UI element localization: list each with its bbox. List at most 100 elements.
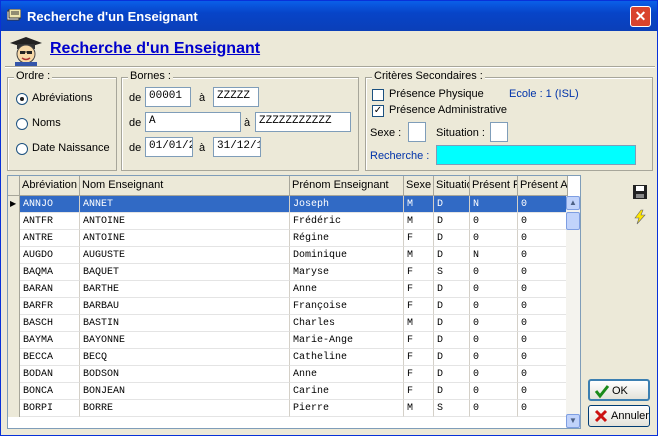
radio-button[interactable]	[16, 118, 28, 130]
radio-label: Noms	[32, 117, 61, 129]
table-cell: D	[434, 366, 470, 383]
date-to-input[interactable]: 31/12/19	[213, 137, 261, 157]
table-cell: D	[434, 298, 470, 315]
table-cell: D	[434, 349, 470, 366]
table-cell: F	[404, 383, 434, 400]
bornes-label: Bornes :	[128, 70, 173, 82]
table-cell: BECQ	[80, 349, 290, 366]
header-separator	[5, 66, 655, 68]
situation-input[interactable]	[490, 122, 508, 142]
header-indicator	[8, 176, 20, 196]
table-row[interactable]: BARAN BARTHE Anne F D 0 0	[8, 281, 568, 298]
radio-button[interactable]	[16, 93, 28, 105]
table-cell: D	[434, 247, 470, 264]
row-indicator[interactable]	[8, 213, 20, 230]
table-cell: BARTHE	[80, 281, 290, 298]
table-cell: F	[404, 349, 434, 366]
row-indicator[interactable]	[8, 366, 20, 383]
table-cell: BASCH	[20, 315, 80, 332]
table-cell: Anne	[290, 281, 404, 298]
table-cell: D	[434, 281, 470, 298]
table-cell: 0	[518, 247, 568, 264]
save-icon[interactable]	[632, 184, 648, 200]
radio-button[interactable]	[16, 143, 28, 155]
table-row[interactable]: ANTFR ANTOINE Frédéric M D 0 0	[8, 213, 568, 230]
scroll-up-button[interactable]: ▲	[566, 196, 580, 210]
presence-admin-checkbox[interactable]: ✓	[372, 105, 384, 117]
table-cell: S	[434, 400, 470, 417]
table-cell: 0	[518, 196, 568, 213]
table-cell: BAYMA	[20, 332, 80, 349]
table-cell: BAQUET	[80, 264, 290, 281]
row-indicator[interactable]	[8, 383, 20, 400]
table-row[interactable]: BORPI BORRE Pierre M S 0 0	[8, 400, 568, 417]
recherche-input[interactable]	[436, 145, 636, 165]
row-indicator[interactable]	[8, 315, 20, 332]
row-indicator[interactable]	[8, 332, 20, 349]
teachers-grid[interactable]: Abréviation Nom Enseignant Prénom Enseig…	[7, 175, 581, 429]
table-cell: D	[434, 213, 470, 230]
table-cell: 0	[470, 264, 518, 281]
lightning-icon[interactable]	[632, 209, 648, 225]
table-cell: BORPI	[20, 400, 80, 417]
vertical-scrollbar[interactable]: ▲ ▼	[566, 196, 580, 428]
scroll-thumb[interactable]	[566, 212, 580, 230]
table-row[interactable]: BAYMA BAYONNE Marie-Ange F D 0 0	[8, 332, 568, 349]
col-sexe[interactable]: Sexe	[404, 176, 434, 196]
abrev-from-input[interactable]: 00001	[145, 87, 191, 107]
table-row[interactable]: AUGDO AUGUSTE Dominique M D N 0	[8, 247, 568, 264]
row-indicator[interactable]	[8, 400, 20, 417]
presence-physique-label: Présence Physique	[389, 88, 484, 100]
table-row[interactable]: BONCA BONJEAN Carine F D 0 0	[8, 383, 568, 400]
table-row[interactable]: BECCA BECQ Catheline F D 0 0	[8, 349, 568, 366]
annuler-button[interactable]: Annuler	[588, 405, 650, 427]
table-cell: AUGDO	[20, 247, 80, 264]
title-bar[interactable]: Recherche d'un Enseignant ✕	[1, 1, 657, 31]
presence-physique-checkbox[interactable]	[372, 89, 384, 101]
table-cell: 0	[470, 383, 518, 400]
table-cell: 0	[518, 213, 568, 230]
table-row[interactable]: ▶ ANNJO ANNET Joseph M D N 0	[8, 196, 568, 213]
page-title[interactable]: Recherche d'un Enseignant	[50, 40, 260, 58]
table-cell: 0	[470, 349, 518, 366]
table-row[interactable]: BASCH BASTIN Charles M D 0 0	[8, 315, 568, 332]
table-row[interactable]: BARFR BARBAU Françoise F D 0 0	[8, 298, 568, 315]
table-cell: F	[404, 366, 434, 383]
table-cell: ANTOINE	[80, 230, 290, 247]
row-indicator[interactable]	[8, 247, 20, 264]
radio-label: Date Naissance	[32, 142, 110, 154]
nom-to-input[interactable]: ZZZZZZZZZZZ	[255, 112, 351, 132]
annuler-label: Annuler	[611, 410, 649, 422]
table-row[interactable]: BAQMA BAQUET Maryse F S 0 0	[8, 264, 568, 281]
table-row[interactable]: ANTRE ANTOINE Régine F D 0 0	[8, 230, 568, 247]
scroll-down-button[interactable]: ▼	[566, 414, 580, 428]
sexe-input[interactable]	[408, 122, 426, 142]
row-indicator[interactable]	[8, 349, 20, 366]
col-present-a[interactable]: Présent A	[518, 176, 568, 196]
ok-button[interactable]: OK	[588, 379, 650, 401]
table-cell: 0	[518, 366, 568, 383]
col-situation[interactable]: Situation	[434, 176, 470, 196]
date-from-input[interactable]: 01/01/21	[145, 137, 193, 157]
col-abreviation[interactable]: Abréviation	[20, 176, 80, 196]
col-nom[interactable]: Nom Enseignant	[80, 176, 290, 196]
nom-from-input[interactable]: A	[145, 112, 241, 132]
table-cell: F	[404, 264, 434, 281]
table-cell: ANTOINE	[80, 213, 290, 230]
table-row[interactable]: BODAN BODSON Anne F D 0 0	[8, 366, 568, 383]
row-indicator[interactable]	[8, 298, 20, 315]
ok-label: OK	[612, 385, 628, 397]
table-cell: D	[434, 230, 470, 247]
row-indicator[interactable]: ▶	[8, 196, 20, 213]
col-present-p[interactable]: Présent P	[470, 176, 518, 196]
table-cell: 0	[470, 281, 518, 298]
recherche-label: Recherche :	[370, 150, 430, 162]
close-button[interactable]: ✕	[630, 6, 651, 27]
row-indicator[interactable]	[8, 230, 20, 247]
abrev-to-input[interactable]: ZZZZZ	[213, 87, 259, 107]
table-cell: N	[470, 247, 518, 264]
row-indicator[interactable]	[8, 281, 20, 298]
row-indicator[interactable]	[8, 264, 20, 281]
table-cell: Frédéric	[290, 213, 404, 230]
col-prenom[interactable]: Prénom Enseignant	[290, 176, 404, 196]
